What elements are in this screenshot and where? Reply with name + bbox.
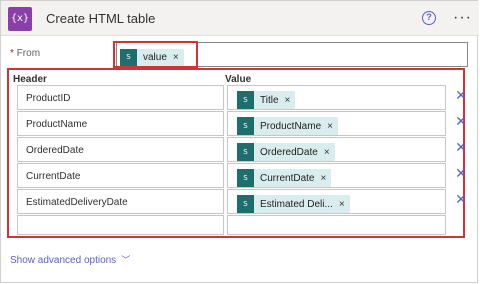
token-label: Title bbox=[260, 94, 279, 106]
sharepoint-icon: S bbox=[237, 117, 254, 135]
header-cell-text: CurrentDate bbox=[26, 171, 81, 182]
sharepoint-icon: S bbox=[120, 49, 137, 66]
dynamic-content-token[interactable]: S value × bbox=[120, 49, 184, 66]
token-label: CurrentDate bbox=[260, 172, 315, 184]
remove-token-icon[interactable]: × bbox=[285, 95, 291, 106]
header-cell-text: ProductName bbox=[26, 119, 88, 130]
value-cell[interactable]: S Estimated Deli... × bbox=[227, 189, 446, 214]
remove-token-icon[interactable]: × bbox=[324, 147, 330, 158]
remove-token-icon[interactable]: × bbox=[339, 199, 345, 210]
help-icon[interactable]: ? bbox=[422, 11, 436, 25]
dynamic-content-token[interactable]: S Estimated Deli... × bbox=[237, 195, 350, 213]
header-cell[interactable]: ProductID bbox=[17, 85, 224, 110]
delete-row-icon[interactable]: ✕ bbox=[455, 192, 467, 206]
delete-row-icon[interactable]: ✕ bbox=[455, 166, 467, 180]
value-cell[interactable]: S ProductName × bbox=[227, 111, 446, 136]
token-label: Estimated Deli... bbox=[260, 198, 333, 210]
sharepoint-icon: S bbox=[237, 169, 254, 187]
delete-row-icon[interactable]: ✕ bbox=[455, 88, 467, 102]
action-header[interactable]: {x} Create HTML table ? ··· bbox=[1, 1, 479, 36]
html-table-columns: Header Value ProductID S Title × ✕ Produ… bbox=[7, 68, 467, 238]
value-cell[interactable]: S CurrentDate × bbox=[227, 163, 446, 188]
dynamic-content-token[interactable]: S CurrentDate × bbox=[237, 169, 332, 187]
from-label-text: From bbox=[16, 48, 41, 59]
action-card: {x} Create HTML table ? ··· * From S val… bbox=[0, 0, 479, 283]
header-cell[interactable]: EstimatedDeliveryDate bbox=[17, 189, 224, 214]
dynamic-content-token[interactable]: S ProductName × bbox=[237, 117, 338, 135]
header-cell-text: OrderedDate bbox=[26, 145, 84, 156]
action-title: Create HTML table bbox=[46, 11, 156, 26]
header-cell-text: EstimatedDeliveryDate bbox=[26, 197, 128, 208]
required-mark: * bbox=[10, 48, 14, 59]
from-token-highlight: S value × bbox=[113, 41, 198, 68]
header-cell-empty[interactable] bbox=[17, 215, 224, 235]
value-column-label: Value bbox=[225, 74, 252, 85]
advanced-options-label: Show advanced options bbox=[10, 255, 117, 266]
more-options-icon[interactable]: ··· bbox=[453, 9, 472, 27]
remove-token-icon[interactable]: × bbox=[320, 173, 326, 184]
remove-token-icon[interactable]: × bbox=[327, 121, 333, 132]
header-cell[interactable]: CurrentDate bbox=[17, 163, 224, 188]
dynamic-content-token[interactable]: S Title × bbox=[237, 91, 296, 109]
token-label: OrderedDate bbox=[260, 146, 318, 158]
header-cell-text: ProductID bbox=[26, 93, 71, 104]
token-label: ProductName bbox=[260, 120, 322, 132]
header-cell[interactable]: OrderedDate bbox=[17, 137, 224, 162]
delete-row-icon[interactable]: ✕ bbox=[455, 114, 467, 128]
show-advanced-options-link[interactable]: Show advanced options ﹀ bbox=[10, 253, 130, 266]
sharepoint-icon: S bbox=[237, 91, 254, 109]
remove-token-icon[interactable]: × bbox=[173, 52, 179, 63]
variable-icon: {x} bbox=[8, 7, 32, 31]
value-cell-empty[interactable] bbox=[227, 215, 446, 235]
dynamic-content-token[interactable]: S OrderedDate × bbox=[237, 143, 335, 161]
delete-row-icon[interactable]: ✕ bbox=[455, 140, 467, 154]
value-cell[interactable]: S OrderedDate × bbox=[227, 137, 446, 162]
from-label: * From bbox=[10, 48, 40, 59]
sharepoint-icon: S bbox=[237, 143, 254, 161]
token-label: value bbox=[143, 52, 167, 63]
header-column-label: Header bbox=[13, 74, 47, 85]
chevron-down-icon: ﹀ bbox=[121, 255, 131, 265]
header-cell[interactable]: ProductName bbox=[17, 111, 224, 136]
sharepoint-icon: S bbox=[237, 195, 254, 213]
value-cell[interactable]: S Title × bbox=[227, 85, 446, 110]
